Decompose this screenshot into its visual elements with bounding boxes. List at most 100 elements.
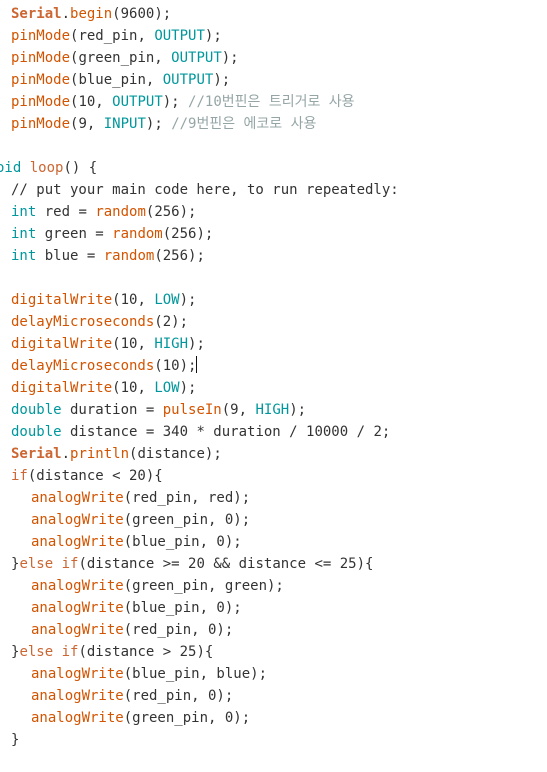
code-line[interactable]: Serial.println(distance); [11,443,222,465]
code-token-type: double [11,402,62,418]
code-token-plain: (blue_pin, 0); [123,600,242,616]
code-line[interactable]: oid loop() { [0,157,97,179]
code-token-type: double [11,424,62,440]
code-token-plain: (green_pin, 0); [123,710,251,726]
code-token-plain: ); [204,28,222,44]
code-line[interactable]: digitalWrite(10, LOW); [11,377,196,399]
code-line[interactable]: } [11,729,19,751]
code-line[interactable]: pinMode(green_pin, OUTPUT); [11,47,239,69]
code-token-plain: (blue_pin, blue); [123,666,268,682]
code-token-plain: (distance > 25){ [78,644,214,660]
code-line[interactable]: double duration = pulseIn(9, HIGH); [11,399,306,421]
code-line[interactable]: delayMicroseconds(2); [11,311,188,333]
code-line[interactable]: pinMode(red_pin, OUTPUT); [11,25,222,47]
code-token-const: OUTPUT [171,50,222,66]
code-token-cm: //10번핀은 트리거로 사용 [188,94,355,110]
code-token-kwb: Serial [11,446,62,462]
code-token-kw: else [19,556,54,572]
code-token-fn: random [103,248,155,264]
code-token-kw: loop [29,160,64,176]
code-token-plain: ); [289,402,307,418]
code-token-plain: (blue_pin, 0); [123,534,242,550]
code-token-plain: (9600); [112,6,172,22]
code-token-plain: (red_pin, [70,28,155,44]
code-token-fn: pinMode [11,28,71,44]
code-token-plain: (256); [162,226,214,242]
code-line[interactable]: }else if(distance > 25){ [11,641,213,663]
code-line[interactable]: double distance = 340 * duration / 10000… [11,421,390,443]
code-token-const: OUTPUT [154,28,205,44]
text-caret [196,356,198,373]
code-token-plain: (9, [221,402,256,418]
code-line[interactable]: int blue = random(256); [11,245,205,267]
code-token-fn: delayMicroseconds [11,358,155,374]
code-line[interactable]: Serial.begin(9600); [11,3,171,25]
code-token-plain: (distance); [129,446,222,462]
code-token-const: HIGH [154,336,189,352]
code-line[interactable]: analogWrite(red_pin, 0); [31,619,233,641]
code-token-plain: (256); [154,248,205,264]
code-token-kw: else [19,644,54,660]
code-token-fn: analogWrite [31,710,124,726]
code-token-plain: . [61,446,71,462]
code-token-plain: blue = [36,248,104,264]
code-token-plain: ); [179,292,197,308]
code-token-kwb: Serial [11,6,62,22]
code-token-fn: digitalWrite [11,380,113,396]
code-line[interactable]: analogWrite(green_pin, 0); [31,509,250,531]
code-token-plain: (10); [154,358,197,374]
code-token-plain: (10, [112,380,155,396]
code-line[interactable]: analogWrite(red_pin, 0); [31,685,233,707]
code-line[interactable]: int green = random(256); [11,223,213,245]
code-token-fn: analogWrite [31,512,124,528]
code-line[interactable]: pinMode(blue_pin, OUTPUT); [11,69,230,91]
code-token-cm: //9번핀은 에코로 사용 [171,116,317,132]
code-line[interactable]: delayMicroseconds(10); [11,355,198,377]
code-line[interactable]: analogWrite(blue_pin, blue); [31,663,267,685]
code-line[interactable]: digitalWrite(10, HIGH); [11,333,205,355]
code-token-plain: green = [36,226,113,242]
code-line[interactable]: analogWrite(red_pin, red); [31,487,250,509]
code-token-type: oid [0,160,22,176]
code-token-const: LOW [154,292,180,308]
code-line[interactable]: // put your main code here, to run repea… [11,179,399,201]
code-token-kw: if [11,468,28,484]
code-line[interactable]: digitalWrite(10, LOW); [11,289,196,311]
code-token-const: HIGH [255,402,290,418]
code-token-plain: (distance < 20){ [27,468,163,484]
code-token-fn: analogWrite [31,666,124,682]
code-line[interactable]: int red = random(256); [11,201,196,223]
code-token-plain: (green_pin, 0); [123,512,251,528]
code-token-fn: pulseIn [162,402,222,418]
code-token-const: OUTPUT [162,72,214,88]
code-token-plain: duration = [61,402,163,418]
code-token-plain: (10, [70,94,113,110]
code-line[interactable]: analogWrite(green_pin, 0); [31,707,250,729]
code-line[interactable]: analogWrite(blue_pin, 0); [31,531,242,553]
code-token-plain: (10, [112,336,155,352]
code-token-fn: random [112,226,163,242]
code-token-kw: if [61,556,79,572]
code-token-fn: pinMode [11,72,71,88]
code-token-plain: . [61,6,71,22]
code-line[interactable]: analogWrite(green_pin, green); [31,575,284,597]
code-line[interactable]: }else if(distance >= 20 && distance <= 2… [11,553,373,575]
code-token-fn: analogWrite [31,578,124,594]
code-token-plain: (distance >= 20 && distance <= 25){ [78,556,374,572]
code-token-fn: pinMode [11,94,71,110]
code-token-plain: // put your main code here, to run repea… [11,182,399,198]
code-line[interactable]: pinMode(9, INPUT); //9번핀은 에코로 사용 [11,113,316,135]
code-token-plain: (256); [145,204,197,220]
code-line[interactable]: pinMode(10, OUTPUT); //10번핀은 트리거로 사용 [11,91,355,113]
code-line[interactable]: if(distance < 20){ [11,465,163,487]
code-token-fn: pinMode [11,50,71,66]
code-token-plain: (2); [154,314,189,330]
code-token-plain: ); [145,116,172,132]
code-line[interactable]: analogWrite(blue_pin, 0); [31,597,242,619]
code-token-type: int [11,248,37,264]
code-token-plain: () { [63,160,98,176]
code-editor[interactable]: Serial.begin(9600); pinMode(red_pin, OUTP… [0,0,547,772]
code-token-plain: ); [221,50,239,66]
code-token-plain: ); [188,336,205,352]
